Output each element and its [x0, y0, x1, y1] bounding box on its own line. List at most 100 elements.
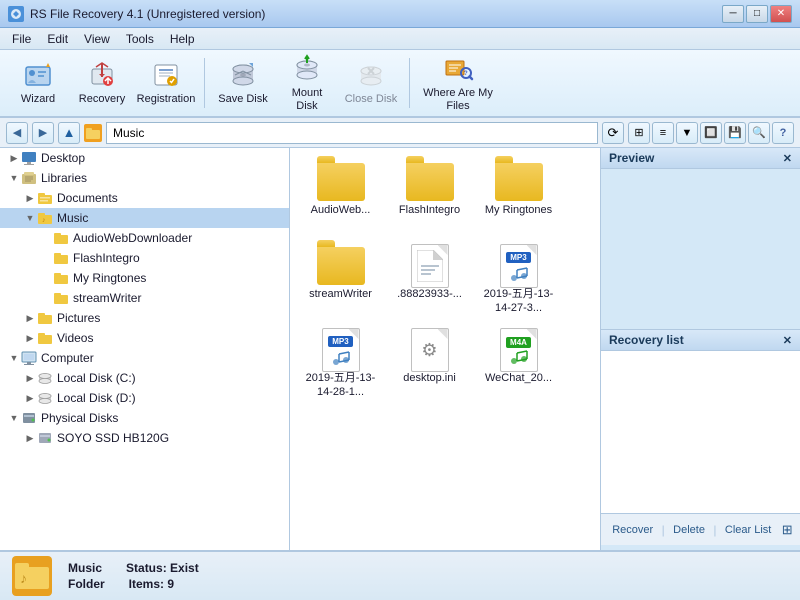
- recovery-list-header: Recovery list ✕: [601, 330, 800, 351]
- mount-disk-label: Mount Disk: [280, 87, 334, 113]
- folder-myringtones-icon: [52, 270, 70, 286]
- address-input[interactable]: [106, 122, 598, 144]
- minimize-button[interactable]: ─: [722, 5, 744, 23]
- tree-item-pictures[interactable]: ▶ Pictures: [0, 308, 289, 328]
- wizard-button[interactable]: Wizard: [8, 54, 68, 112]
- list-item[interactable]: streamWriter: [298, 240, 383, 320]
- registration-button[interactable]: Registration: [136, 54, 196, 112]
- toolbar: Wizard Recovery: [0, 50, 800, 118]
- file-label: 2019-五月-13-14-27-3...: [481, 287, 556, 316]
- recovery-panel: Recovery list ✕ Recover | Delete | Clear…: [601, 330, 800, 550]
- maximize-button[interactable]: □: [746, 5, 768, 23]
- recovery-list-content: [601, 351, 800, 513]
- wizard-icon: [22, 59, 54, 91]
- status-folder-icon: ♪: [12, 556, 52, 596]
- libraries-icon: [20, 170, 38, 186]
- mp3-file-icon: MP3: [317, 329, 365, 371]
- wizard-label: Wizard: [21, 93, 55, 106]
- mount-disk-button[interactable]: Mount Disk: [277, 54, 337, 112]
- up-button[interactable]: ▲: [58, 122, 80, 144]
- file-label: AudioWeb...: [311, 203, 371, 217]
- where-files-icon: ?: [442, 53, 474, 85]
- tree-item-physical[interactable]: ▼ Physical Disks: [0, 408, 289, 428]
- close-disk-label: Close Disk: [345, 93, 398, 106]
- list-item[interactable]: ⚙ desktop.ini: [387, 324, 472, 404]
- tree-item-videos[interactable]: ▶ Videos: [0, 328, 289, 348]
- titlebar: RS File Recovery 4.1 (Unregistered versi…: [0, 0, 800, 28]
- list-item[interactable]: My Ringtones: [476, 156, 561, 236]
- menu-view[interactable]: View: [76, 30, 118, 48]
- tree-item-documents[interactable]: ▶ Documents: [0, 188, 289, 208]
- close-button[interactable]: ✕: [770, 5, 792, 23]
- list-item[interactable]: FlashIntegro: [387, 156, 472, 236]
- soyo-drive-icon: [36, 430, 54, 446]
- list-item[interactable]: MP3 2019-五月-13-14-28-1...: [298, 324, 383, 404]
- myringtones-label: My Ringtones: [73, 271, 146, 285]
- tree-item-soyo[interactable]: ▶ SOYO SSD HB120G: [0, 428, 289, 448]
- details-button[interactable]: 🔲: [700, 122, 722, 144]
- tree-item-music[interactable]: ▼ ♪ Music: [0, 208, 289, 228]
- close-disk-button[interactable]: Close Disk: [341, 54, 401, 112]
- tree-item-audiowebdownloader[interactable]: AudioWebDownloader: [0, 228, 289, 248]
- list-item[interactable]: M4A WeChat_20...: [476, 324, 561, 404]
- recovery-label: Recovery: [79, 93, 125, 106]
- recover-button[interactable]: Recover: [606, 522, 659, 538]
- view-list-button[interactable]: ≡: [652, 122, 674, 144]
- refresh-button[interactable]: ⟳: [602, 122, 624, 144]
- status-type: Folder: [68, 577, 105, 591]
- preview-close-icon[interactable]: ✕: [783, 152, 792, 165]
- tree-item-myringtones[interactable]: My Ringtones: [0, 268, 289, 288]
- folder-music-icon: ♪: [36, 210, 54, 226]
- window-title: RS File Recovery 4.1 (Unregistered versi…: [30, 7, 265, 21]
- folder-videos-icon: [36, 330, 54, 346]
- clear-list-button[interactable]: Clear List: [719, 522, 777, 538]
- expand-arrow: ▶: [24, 333, 36, 344]
- save-button[interactable]: 💾: [724, 122, 746, 144]
- recovery-options-button[interactable]: ⊞: [780, 522, 795, 538]
- tree-item-libraries[interactable]: ▼ Libraries: [0, 168, 289, 188]
- save-disk-icon: [227, 59, 259, 91]
- filter-button[interactable]: ▼: [676, 122, 698, 144]
- menu-help[interactable]: Help: [162, 30, 203, 48]
- save-disk-label: Save Disk: [218, 93, 268, 106]
- list-item[interactable]: .88823933-...: [387, 240, 472, 320]
- expand-arrow: ▶: [24, 433, 36, 444]
- tree-item-local-c[interactable]: ▶ Local Disk (C:): [0, 368, 289, 388]
- audiowebdownloader-label: AudioWebDownloader: [73, 231, 192, 245]
- tree-item-desktop[interactable]: ▶ Desktop: [0, 148, 289, 168]
- tree-item-computer[interactable]: ▼ Computer: [0, 348, 289, 368]
- menu-tools[interactable]: Tools: [118, 30, 162, 48]
- folder-pictures-icon: [36, 310, 54, 326]
- where-files-button[interactable]: ? Where Are My Files: [418, 54, 498, 112]
- folder-icon: [406, 161, 454, 203]
- tree-item-local-d[interactable]: ▶ Local Disk (D:): [0, 388, 289, 408]
- back-button[interactable]: ◀: [6, 122, 28, 144]
- help-button[interactable]: ?: [772, 122, 794, 144]
- search-button[interactable]: 🔍: [748, 122, 770, 144]
- file-label: .88823933-...: [397, 287, 462, 301]
- expand-arrow: ▼: [24, 213, 36, 223]
- recovery-button[interactable]: Recovery: [72, 54, 132, 112]
- menu-file[interactable]: File: [4, 30, 39, 48]
- file-tree: ▶ Desktop ▼: [0, 148, 290, 550]
- recovery-list-close-icon[interactable]: ✕: [783, 334, 792, 347]
- save-disk-button[interactable]: Save Disk: [213, 54, 273, 112]
- addressbar: ◀ ▶ ▲ ⟳ ⊞ ≡ ▼ 🔲 💾 🔍 ?: [0, 118, 800, 148]
- status-name-row: Music Status: Exist: [68, 561, 199, 575]
- file-unknown-icon: [406, 245, 454, 287]
- tree-item-flashintegro[interactable]: FlashIntegro: [0, 248, 289, 268]
- local-c-label: Local Disk (C:): [57, 371, 136, 385]
- where-files-label: Where Are My Files: [421, 87, 495, 113]
- menu-edit[interactable]: Edit: [39, 30, 76, 48]
- physical-label: Physical Disks: [41, 411, 118, 425]
- list-item[interactable]: MP3 2019-五月-13-14-27-3...: [476, 240, 561, 320]
- window-controls: ─ □ ✕: [722, 5, 792, 23]
- view-grid-button[interactable]: ⊞: [628, 122, 650, 144]
- file-label: FlashIntegro: [399, 203, 460, 217]
- tree-item-streamwriter[interactable]: streamWriter: [0, 288, 289, 308]
- delete-button[interactable]: Delete: [667, 522, 711, 538]
- desktop-label: Desktop: [41, 151, 85, 165]
- forward-button[interactable]: ▶: [32, 122, 54, 144]
- folder-streamwriter-icon: [52, 290, 70, 306]
- list-item[interactable]: AudioWeb...: [298, 156, 383, 236]
